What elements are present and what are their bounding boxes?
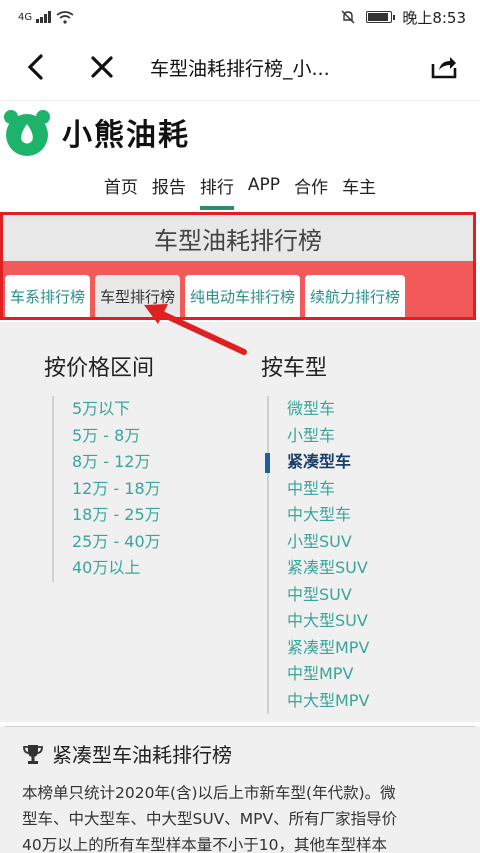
section-title-text: 紧凑型车油耗排行榜 <box>52 743 232 767</box>
list-item[interactable]: 5万以下 <box>72 396 161 423</box>
list-item[interactable]: 5万 - 8万 <box>72 423 161 450</box>
price-filter: 按价格区间 5万以下 5万 - 8万 8万 - 12万 12万 - 18万 18… <box>44 350 161 582</box>
nav-item-app[interactable]: APP <box>248 171 280 199</box>
nav-item-ranking[interactable]: 排行 <box>199 169 234 210</box>
brand-name[interactable]: 小熊油耗 <box>62 110 190 154</box>
list-item[interactable]: 中型车 <box>287 476 369 503</box>
wifi-icon <box>56 10 74 24</box>
close-icon[interactable] <box>84 49 120 85</box>
list-item[interactable]: 中大型MPV <box>287 688 369 715</box>
status-right: 晚上8:53 <box>340 7 466 28</box>
signal-icon <box>36 11 52 23</box>
type-filter: 按车型 微型车 小型车 紧凑型车 中型车 中大型车 小型SUV 紧凑型SUV 中… <box>261 350 369 714</box>
status-time: 晚上8:53 <box>402 8 466 27</box>
tab-range-ranking[interactable]: 续航力排行榜 <box>305 275 406 317</box>
annotation-arrow <box>144 304 247 355</box>
ranking-section: 紧凑型车油耗排行榜 本榜单只统计2020年(含)以后上市新车型(年代款)。微 型… <box>0 727 480 853</box>
list-item[interactable]: 紧凑型SUV <box>287 555 369 582</box>
list-item[interactable]: 紧凑型MPV <box>287 635 369 662</box>
list-item[interactable]: 中大型车 <box>287 502 369 529</box>
list-item[interactable]: 40万以上 <box>72 555 161 582</box>
status-left: 4G <box>18 10 74 24</box>
status-bar: 4G 晚上8:53 <box>0 0 480 34</box>
nav-item-report[interactable]: 报告 <box>152 169 186 202</box>
nav-item-owners[interactable]: 车主 <box>342 169 376 202</box>
list-item[interactable]: 微型车 <box>287 396 369 423</box>
bear-logo-icon[interactable] <box>2 107 52 157</box>
list-item-active[interactable]: 紧凑型车 <box>264 449 369 476</box>
network-label: 4G <box>18 11 33 23</box>
section-title: 紧凑型车油耗排行榜 <box>22 739 458 768</box>
battery-icon <box>366 11 396 23</box>
description-line: 40万以上的所有车型样本量不小于10，其他车型样本 <box>22 836 387 853</box>
description-line: 本榜单只统计2020年(含)以后上市新车型(年代款)。微 <box>22 784 396 802</box>
back-arrow-icon[interactable] <box>18 49 54 85</box>
list-item[interactable]: 25万 - 40万 <box>72 529 161 556</box>
list-item[interactable]: 小型SUV <box>287 529 369 556</box>
mute-bell-icon <box>341 10 355 24</box>
list-item[interactable]: 小型车 <box>287 423 369 450</box>
list-item[interactable]: 中大型SUV <box>287 608 369 635</box>
ranking-title: 车型油耗排行榜 <box>154 226 322 255</box>
page-title: 车型油耗排行榜_小... <box>150 57 330 80</box>
nav-item-cooperation[interactable]: 合作 <box>294 169 328 202</box>
share-icon[interactable] <box>426 49 462 85</box>
filters-panel: 按价格区间 5万以下 5万 - 8万 8万 - 12万 12万 - 18万 18… <box>0 322 480 722</box>
nav-item-home[interactable]: 首页 <box>104 169 138 202</box>
section-description: 本榜单只统计2020年(含)以后上市新车型(年代款)。微 型车、中大型车、中大型… <box>22 780 458 853</box>
top-nav: 首页 报告 排行 APP 合作 车主 <box>0 162 480 210</box>
description-line: 型车、中大型车、中大型SUV、MPV、所有厂家指导价 <box>22 810 398 828</box>
type-filter-list: 微型车 小型车 紧凑型车 中型车 中大型车 小型SUV 紧凑型SUV 中型SUV… <box>264 396 369 715</box>
tab-series-ranking[interactable]: 车系排行榜 <box>5 275 91 317</box>
list-item[interactable]: 18万 - 25万 <box>72 502 161 529</box>
list-item[interactable]: 中型SUV <box>287 582 369 609</box>
browser-nav-bar: 车型油耗排行榜_小... <box>0 34 480 100</box>
price-filter-list: 5万以下 5万 - 8万 8万 - 12万 12万 - 18万 18万 - 25… <box>52 396 161 582</box>
type-filter-title: 按车型 <box>261 356 328 381</box>
site-header: 小熊油耗 <box>0 100 480 162</box>
trophy-icon <box>23 744 43 764</box>
list-item[interactable]: 12万 - 18万 <box>72 476 161 503</box>
list-item[interactable]: 中型MPV <box>287 661 369 688</box>
list-item[interactable]: 8万 - 12万 <box>72 449 161 476</box>
